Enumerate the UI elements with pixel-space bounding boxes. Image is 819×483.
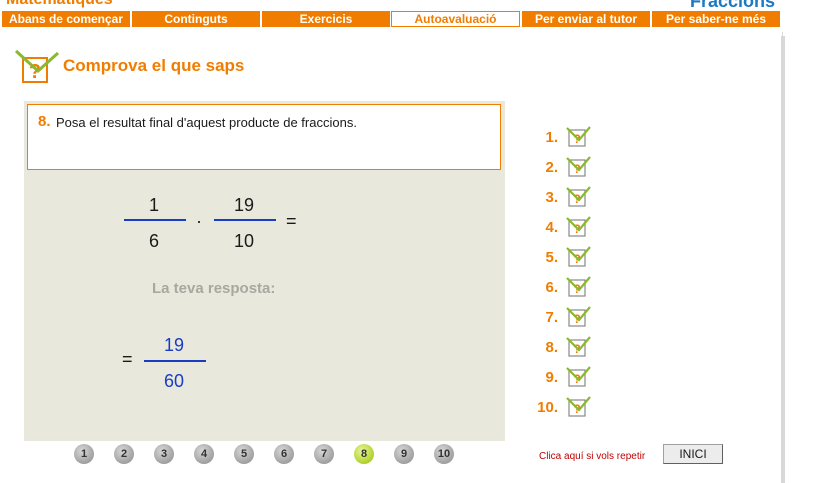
check-question-icon[interactable]: ? <box>566 126 592 148</box>
question-list-number: 2. <box>545 159 558 176</box>
pager-button[interactable]: 9 <box>394 444 414 464</box>
question-list-number: 6. <box>545 279 558 296</box>
header-strip: Matemàtiques Fraccions <box>0 0 819 11</box>
check-question-icon[interactable]: ? <box>566 306 592 328</box>
question-list-item[interactable]: 10.? <box>536 396 606 420</box>
question-list-number: 4. <box>545 219 558 236</box>
tab-continguts[interactable]: Continguts <box>132 11 260 27</box>
question-list-item[interactable]: 3.? <box>536 186 606 210</box>
question-list-item[interactable]: 2.? <box>536 156 606 180</box>
question-box: 8. Posa el resultat final d'aquest produ… <box>27 104 501 170</box>
tab-per-saber-ne-mes[interactable]: Per saber-ne més <box>652 11 780 27</box>
equals-sign: = <box>286 211 297 231</box>
fraction2-numerator: 19 <box>233 195 255 215</box>
pager-button[interactable]: 10 <box>434 444 454 464</box>
answer-equals-sign: = <box>122 349 133 369</box>
tab-per-enviar-al-tutor[interactable]: Per enviar al tutor <box>522 11 650 27</box>
fraction2-bar <box>214 219 276 221</box>
frame-shadow <box>781 36 785 483</box>
pager-button[interactable]: 1 <box>74 444 94 464</box>
question-list-item[interactable]: 1.? <box>536 126 606 150</box>
check-question-icon[interactable]: ? <box>566 246 592 268</box>
response-label: La teva resposta: <box>152 280 276 297</box>
nav-bar: Abans de començar Continguts Exercicis A… <box>0 11 781 27</box>
tab-abans-de-comencar[interactable]: Abans de començar <box>2 11 130 27</box>
fraction2-denominator: 10 <box>233 231 255 251</box>
brand-title-left: Matemàtiques <box>6 0 113 9</box>
question-list-item[interactable]: 4.? <box>536 216 606 240</box>
question-list-item[interactable]: 8.? <box>536 336 606 360</box>
pager-button[interactable]: 2 <box>114 444 134 464</box>
self-check-icon: ? <box>14 49 60 87</box>
check-question-icon[interactable]: ? <box>566 366 592 388</box>
answer-numerator[interactable]: 19 <box>144 335 204 356</box>
check-question-icon[interactable]: ? <box>566 216 592 238</box>
tab-autoavaluacio[interactable]: Autoavaluació <box>391 11 520 27</box>
fraction1-denominator: 6 <box>148 231 159 251</box>
pager-button[interactable]: 3 <box>154 444 174 464</box>
inici-button[interactable]: INICI <box>663 444 723 464</box>
page-title: Comprova el que saps <box>63 56 245 75</box>
pager-button[interactable]: 4 <box>194 444 214 464</box>
fraction1-bar <box>124 219 186 221</box>
question-list-number: 10. <box>537 399 558 416</box>
answer-denominator[interactable]: 60 <box>144 371 204 392</box>
repeat-hint: Clica aquí si vols repetir <box>539 451 646 462</box>
question-list-item[interactable]: 9.? <box>536 366 606 390</box>
check-question-icon[interactable]: ? <box>566 396 592 418</box>
brand-title-right: Fraccions <box>689 0 775 11</box>
pager-button[interactable]: 8 <box>354 444 374 464</box>
question-list-number: 9. <box>545 369 558 386</box>
check-question-icon[interactable]: ? <box>566 276 592 298</box>
question-list-number: 7. <box>545 309 558 326</box>
question-list-item[interactable]: 5.? <box>536 246 606 270</box>
check-question-icon[interactable]: ? <box>566 336 592 358</box>
question-text: Posa el resultat final d'aquest producte… <box>56 115 357 130</box>
question-list-item[interactable]: 7.? <box>536 306 606 330</box>
question-list-number: 1. <box>545 129 558 146</box>
pager-button[interactable]: 5 <box>234 444 254 464</box>
pager-button[interactable]: 7 <box>314 444 334 464</box>
pager-button[interactable]: 6 <box>274 444 294 464</box>
multiply-operator: · <box>196 211 202 231</box>
fraction1-numerator: 1 <box>148 195 159 215</box>
check-question-icon[interactable]: ? <box>566 186 592 208</box>
tab-exercicis[interactable]: Exercicis <box>262 11 390 27</box>
question-list-item[interactable]: 6.? <box>536 276 606 300</box>
question-number: 8. <box>38 113 51 130</box>
check-question-icon[interactable]: ? <box>566 156 592 178</box>
question-list-number: 5. <box>545 249 558 266</box>
question-list-number: 3. <box>545 189 558 206</box>
answer-bar <box>144 360 206 362</box>
question-list-number: 8. <box>545 339 558 356</box>
